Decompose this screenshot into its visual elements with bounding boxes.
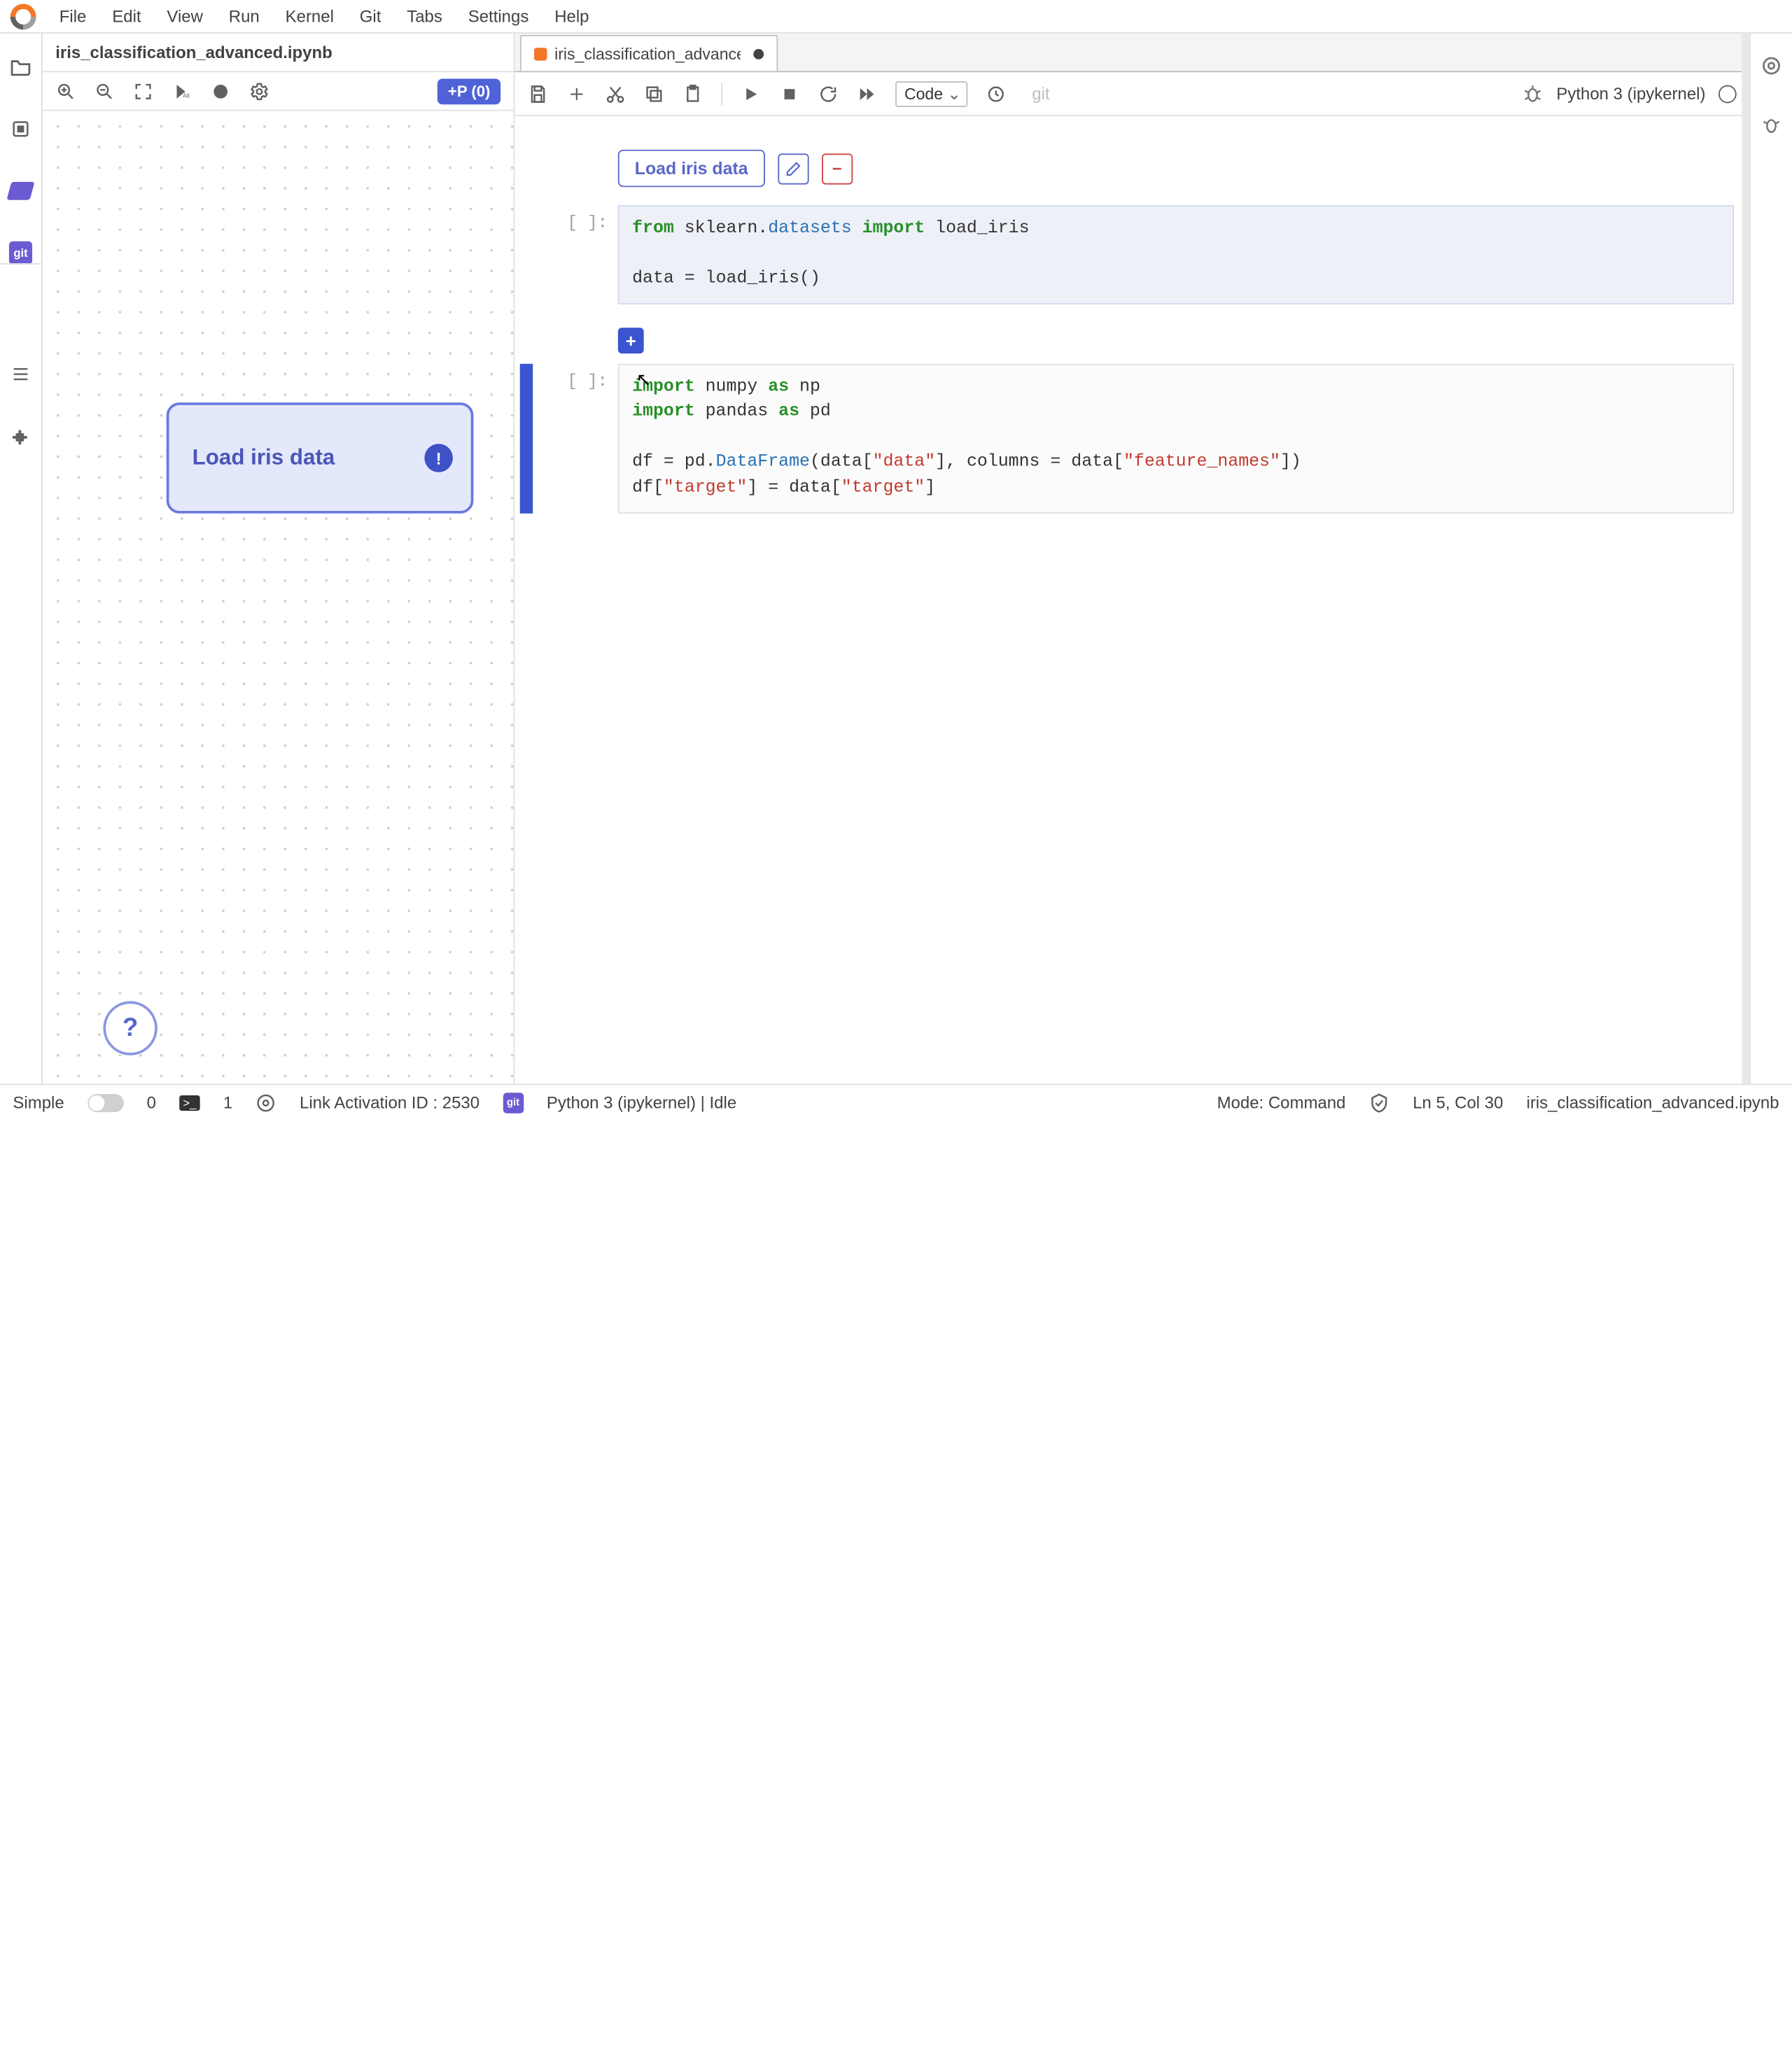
pipeline-toolbar: All +P (0) <box>43 72 514 111</box>
kernel-status-icon[interactable] <box>1718 85 1737 103</box>
menu-edit[interactable]: Edit <box>99 1 154 31</box>
debugger-icon[interactable] <box>1760 113 1783 136</box>
collapse-heading-button[interactable]: − <box>822 153 853 183</box>
debug-icon[interactable] <box>1522 83 1543 104</box>
pipeline-node-title: Load iris data <box>192 445 335 471</box>
code-editor[interactable]: from sklearn.datasets import load_iris d… <box>618 205 1734 304</box>
tab-title: iris_classification_advance <box>554 45 741 63</box>
cell-prompt: [ ]: <box>533 363 618 391</box>
status-git-icon[interactable]: git <box>503 1092 523 1112</box>
fullscreen-icon[interactable] <box>133 80 153 101</box>
pipeline-icon[interactable] <box>8 178 34 204</box>
menu-bar: File Edit View Run Kernel Git Tabs Setti… <box>0 0 1792 34</box>
status-file[interactable]: iris_classification_advanced.ipynb <box>1527 1093 1779 1112</box>
tab-bar: iris_classification_advance <box>514 34 1749 72</box>
status-kernel[interactable]: Python 3 (ipykernel) | Idle <box>547 1093 736 1112</box>
menu-tabs[interactable]: Tabs <box>394 1 455 31</box>
editor-area: iris_classification_advance Code git <box>514 34 1749 1083</box>
save-icon[interactable] <box>528 83 548 104</box>
pipeline-canvas[interactable]: Load iris data ! ? <box>43 111 514 1084</box>
extensions-icon[interactable] <box>8 423 34 449</box>
warning-icon: ! <box>424 444 453 472</box>
menu-run[interactable]: Run <box>216 1 272 31</box>
cell-type-select[interactable]: Code <box>895 80 967 106</box>
git-label: git <box>1032 84 1049 104</box>
right-sidebar <box>1749 34 1792 1083</box>
clock-icon[interactable] <box>986 83 1006 104</box>
restart-icon[interactable] <box>818 83 838 104</box>
folder-icon[interactable] <box>8 54 34 80</box>
property-inspector-icon[interactable] <box>1760 54 1783 77</box>
menu-git[interactable]: Git <box>346 1 394 31</box>
insert-cell-below[interactable]: + <box>618 328 1734 353</box>
edit-heading-button[interactable] <box>778 153 808 183</box>
help-button[interactable]: ? <box>103 1001 157 1055</box>
menu-file[interactable]: File <box>46 1 99 31</box>
fast-forward-icon[interactable] <box>857 83 877 104</box>
status-cursor-pos[interactable]: Ln 5, Col 30 <box>1413 1093 1503 1112</box>
toc-icon[interactable] <box>8 361 34 387</box>
stop-icon[interactable] <box>779 83 799 104</box>
code-editor[interactable]: import numpy as np import pandas as pd d… <box>618 363 1734 512</box>
paste-icon[interactable] <box>682 83 703 104</box>
cell-prompt: [ ]: <box>533 205 618 232</box>
status-mode[interactable]: Mode: Command <box>1217 1093 1346 1112</box>
svg-text:All: All <box>183 92 190 99</box>
simple-toggle[interactable] <box>88 1093 124 1111</box>
add-pipeline-button[interactable]: +P (0) <box>438 78 500 104</box>
menu-settings[interactable]: Settings <box>455 1 541 31</box>
tab-notebook[interactable]: iris_classification_advance <box>520 35 778 71</box>
activity-bar: git <box>0 34 43 1083</box>
section-heading-pill[interactable]: Load iris data <box>618 150 765 187</box>
kernel-name[interactable]: Python 3 (ipykernel) <box>1556 84 1705 104</box>
terminal-icon[interactable]: >_ <box>179 1095 200 1110</box>
git-icon[interactable]: git <box>8 240 34 266</box>
code-cell-2[interactable]: [ ]: import numpy as np import pandas as… <box>520 363 1734 512</box>
menu-kernel[interactable]: Kernel <box>272 1 346 31</box>
cut-icon[interactable] <box>605 83 625 104</box>
add-cell-icon[interactable] <box>566 83 587 104</box>
status-bar: Simple 0 >_ 1 Link Activation ID : 2530 … <box>0 1083 1792 1120</box>
run-all-icon[interactable]: All <box>172 80 192 101</box>
zoom-out-icon[interactable] <box>94 80 115 101</box>
jupyter-logo-icon <box>10 3 36 29</box>
unsaved-dot-icon <box>754 48 764 59</box>
plus-icon: + <box>618 328 644 353</box>
notebook-toolbar: Code git Python 3 (ipykernel) <box>514 72 1749 116</box>
pipeline-panel: iris_classification_advanced.ipynb All +… <box>43 34 515 1083</box>
pipeline-node-load-iris[interactable]: Load iris data ! <box>167 402 474 514</box>
palette-icon[interactable] <box>210 80 230 101</box>
code-cell-1[interactable]: [ ]: from sklearn.datasets import load_i… <box>520 205 1734 304</box>
notebook-icon <box>534 47 547 59</box>
zoom-in-icon[interactable] <box>55 80 76 101</box>
notebook-body[interactable]: Load iris data − [ ]: from sklearn.datas… <box>514 116 1749 1083</box>
status-settings-icon[interactable] <box>255 1092 276 1112</box>
run-icon[interactable] <box>741 83 761 104</box>
trusted-icon[interactable] <box>1369 1092 1390 1112</box>
status-one[interactable]: 1 <box>223 1093 232 1112</box>
menu-help[interactable]: Help <box>542 1 602 31</box>
status-link-activation[interactable]: Link Activation ID : 2530 <box>300 1093 479 1112</box>
status-simple[interactable]: Simple <box>13 1093 64 1112</box>
menu-view[interactable]: View <box>154 1 216 31</box>
settings-icon[interactable] <box>249 80 270 101</box>
status-zero[interactable]: 0 <box>147 1093 156 1112</box>
running-icon[interactable] <box>8 116 34 142</box>
copy-icon[interactable] <box>644 83 664 104</box>
pipeline-title: iris_classification_advanced.ipynb <box>43 34 514 72</box>
